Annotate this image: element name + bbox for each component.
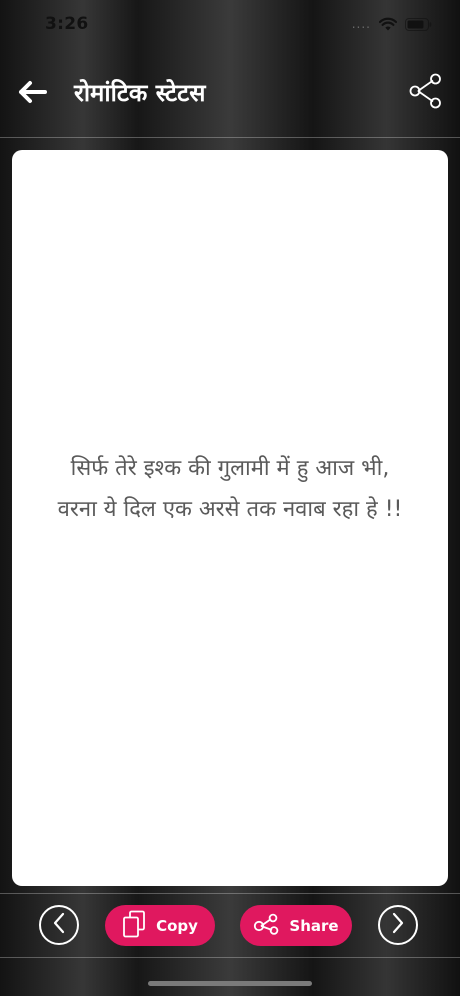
battery-icon	[405, 17, 432, 31]
page-title: रोमांटिक स्टेटस	[74, 79, 206, 107]
footer-divider	[0, 893, 460, 894]
bottom-divider	[0, 957, 460, 958]
copy-button-label: Copy	[156, 916, 198, 935]
quote-text: सिर्फ तेरे इश्क की गुलामी में हु आज भी, …	[52, 448, 409, 530]
previous-button[interactable]	[39, 905, 79, 945]
copy-icon	[122, 910, 146, 942]
share-button[interactable]: Share	[240, 905, 352, 946]
back-button[interactable]	[14, 76, 50, 112]
share-button-label: Share	[289, 916, 339, 935]
status-time: 3:26	[45, 14, 89, 34]
signal-icon: ....	[351, 17, 371, 31]
quote-line-1: सिर्फ तेरे इश्क की गुलामी में हु आज भी,	[70, 456, 390, 481]
bottom-action-bar: Copy Share	[0, 895, 460, 957]
next-button[interactable]	[378, 905, 418, 945]
arrow-left-icon	[17, 80, 47, 108]
chevron-right-icon	[391, 912, 405, 938]
quote-line-2: वरना ये दिल एक अरसे तक नवाब रहा हे !!	[57, 497, 403, 522]
status-bar: 3:26 ....	[0, 0, 460, 50]
status-icons: ....	[352, 17, 432, 31]
copy-button[interactable]: Copy	[105, 905, 215, 946]
chevron-left-icon	[52, 912, 66, 938]
quote-card: सिर्फ तेरे इश्क की गुलामी में हु आज भी, …	[12, 150, 448, 886]
home-indicator[interactable]	[148, 981, 312, 986]
app-bar: रोमांटिक स्टेटस	[0, 62, 460, 126]
share-icon	[253, 913, 279, 939]
wifi-icon	[379, 17, 397, 31]
header-divider	[0, 137, 460, 138]
share-icon	[408, 73, 442, 113]
share-button-top[interactable]	[406, 73, 444, 113]
